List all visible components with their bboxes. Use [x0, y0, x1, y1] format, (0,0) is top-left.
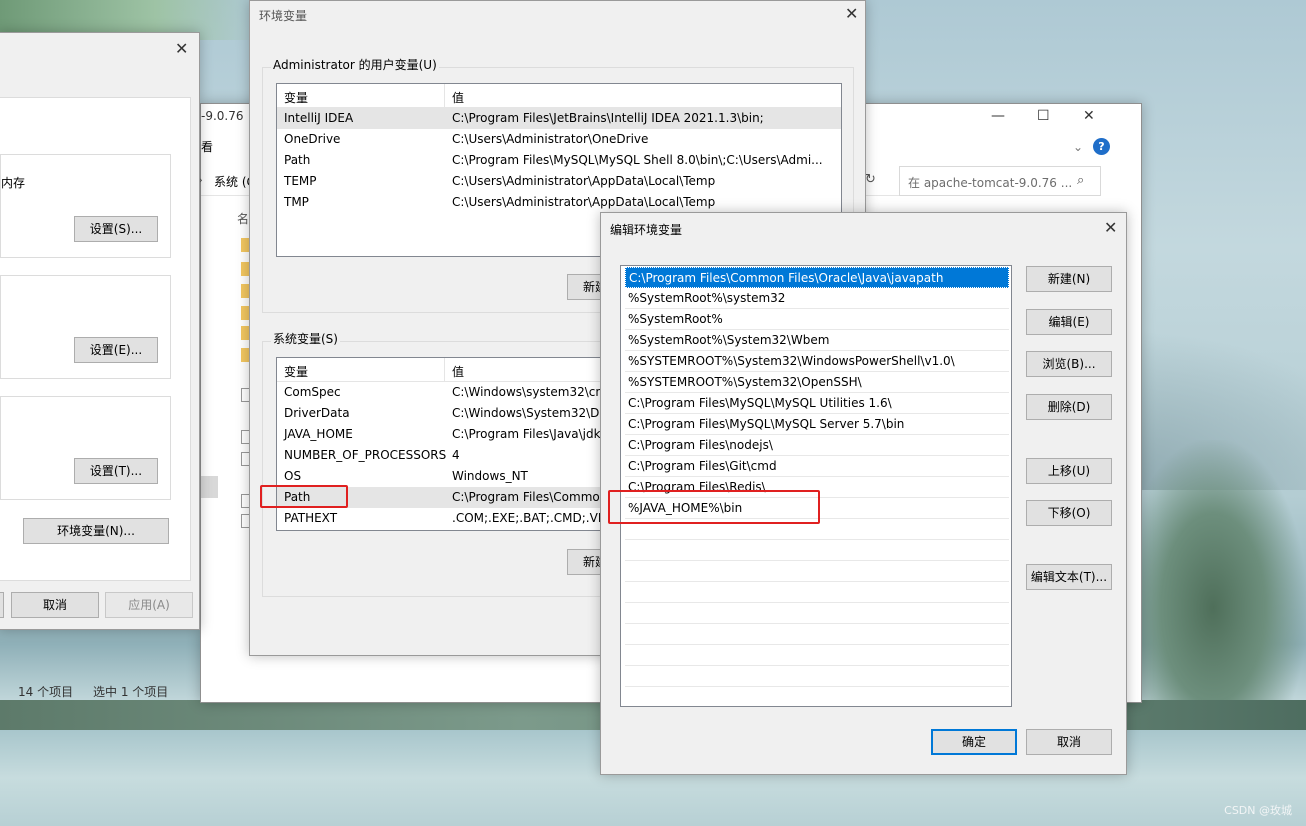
selected-row-edge — [201, 476, 218, 498]
close-icon[interactable]: ✕ — [845, 6, 858, 22]
performance-label: 内存 — [1, 176, 26, 190]
performance-group: 内存 — [0, 154, 171, 258]
explorer-title: -9.0.76 — [201, 109, 244, 123]
list-item[interactable]: C:\Program Files\MySQL\MySQL Server 5.7\… — [625, 414, 1009, 435]
status-item-count: 14 个项目 — [18, 685, 74, 699]
startup-settings-button[interactable]: 设置(T)... — [74, 458, 158, 484]
browse-button[interactable]: 浏览(B)... — [1026, 351, 1112, 377]
close-icon[interactable]: ✕ — [1104, 220, 1117, 236]
user-profiles-settings-button[interactable]: 设置(E)... — [74, 337, 158, 363]
empty-row[interactable] — [625, 666, 1009, 687]
refresh-icon[interactable]: ↻ — [865, 172, 876, 187]
close-icon[interactable]: ✕ — [175, 41, 188, 57]
performance-settings-button[interactable]: 设置(S)... — [74, 216, 158, 242]
status-selected-count: 选中 1 个项目 — [93, 685, 169, 699]
list-item[interactable]: %SYSTEMROOT%\System32\OpenSSH\ — [625, 372, 1009, 393]
user-profiles-group — [0, 275, 171, 379]
ribbon-partial: 看 — [201, 140, 214, 154]
list-item[interactable]: Path C:\Program Files\MySQL\MySQL Shell 8… — [277, 150, 841, 171]
list-item[interactable]: C:\Program Files\Common Files\Oracle\Jav… — [625, 267, 1009, 288]
search-input[interactable]: 在 apache-tomcat-9.0.76 ... — [899, 166, 1101, 196]
empty-row[interactable] — [625, 561, 1009, 582]
highlight-path-variable — [260, 485, 348, 508]
ok-button-partial[interactable] — [0, 592, 4, 618]
ok-button[interactable]: 确定 — [931, 729, 1017, 755]
cancel-button[interactable]: 取消 — [1026, 729, 1112, 755]
cancel-button[interactable]: 取消 — [11, 592, 99, 618]
list-item[interactable]: OneDrive C:\Users\Administrator\OneDrive — [277, 129, 841, 150]
chevron-down-icon[interactable]: ⌄ — [1073, 140, 1083, 154]
background-trees — [1120, 440, 1306, 720]
list-item[interactable]: IntelliJ IDEA C:\Program Files\JetBrains\… — [277, 108, 841, 129]
column-header-variable[interactable]: 变量 — [284, 89, 308, 106]
user-vars-label: Administrator 的用户变量(U) — [271, 56, 439, 73]
edit-text-button[interactable]: 编辑文本(T)... — [1026, 564, 1112, 590]
edit-button[interactable]: 编辑(E) — [1026, 309, 1112, 335]
apply-button[interactable]: 应用(A) — [105, 592, 193, 618]
watermark: CSDN @玫城 — [1224, 804, 1292, 817]
move-up-button[interactable]: 上移(U) — [1026, 458, 1112, 484]
list-item[interactable]: %SystemRoot%\System32\Wbem — [625, 330, 1009, 351]
search-icon[interactable]: ⌕ — [1077, 173, 1084, 188]
list-item[interactable]: C:\Program Files\MySQL\MySQL Utilities 1… — [625, 393, 1009, 414]
list-header: 变量 值 — [277, 84, 841, 108]
empty-row[interactable] — [625, 540, 1009, 561]
empty-row[interactable] — [625, 582, 1009, 603]
move-down-button[interactable]: 下移(O) — [1026, 500, 1112, 526]
list-item[interactable]: %SYSTEMROOT%\System32\WindowsPowerShell\… — [625, 351, 1009, 372]
path-entries-list[interactable]: C:\Program Files\Common Files\Oracle\Jav… — [620, 265, 1012, 707]
list-item[interactable]: C:\Program Files\nodejs\ — [625, 435, 1009, 456]
advanced-tab-panel: 内存 设置(S)... 设置(E)... 设置(T)... 环境变量(N)... — [0, 97, 191, 581]
list-item[interactable]: C:\Program Files\Git\cmd — [625, 456, 1009, 477]
list-item[interactable]: %SystemRoot% — [625, 309, 1009, 330]
maximize-icon[interactable]: ☐ — [1037, 108, 1050, 124]
startup-recovery-group — [0, 396, 171, 500]
new-button[interactable]: 新建(N) — [1026, 266, 1112, 292]
system-properties-dialog: ✕ 内存 设置(S)... 设置(E)... 设置(T)... 环境变量(N).… — [0, 32, 200, 630]
dialog-title: 环境变量 — [259, 9, 308, 23]
delete-button[interactable]: 删除(D) — [1026, 394, 1112, 420]
empty-row[interactable] — [625, 624, 1009, 645]
list-item[interactable]: TMP C:\Users\Administrator\AppData\Local\… — [277, 192, 841, 213]
column-header-value[interactable]: 值 — [452, 363, 464, 380]
column-header-value[interactable]: 值 — [452, 89, 464, 106]
environment-variables-button[interactable]: 环境变量(N)... — [23, 518, 169, 544]
list-item[interactable]: TEMP C:\Users\Administrator\AppData\Local… — [277, 171, 841, 192]
dialog-title: 编辑环境变量 — [610, 223, 683, 237]
system-vars-label: 系统变量(S) — [271, 330, 340, 347]
help-icon[interactable]: ? — [1093, 138, 1110, 155]
column-header-name[interactable]: 名 — [237, 210, 249, 227]
close-icon[interactable]: ✕ — [1083, 108, 1095, 124]
empty-row[interactable] — [625, 645, 1009, 666]
minimize-icon[interactable]: — — [991, 108, 1005, 124]
column-header-variable[interactable]: 变量 — [284, 363, 308, 380]
highlight-java-home-entry — [608, 490, 820, 524]
list-item[interactable]: %SystemRoot%\system32 — [625, 288, 1009, 309]
empty-row[interactable] — [625, 603, 1009, 624]
